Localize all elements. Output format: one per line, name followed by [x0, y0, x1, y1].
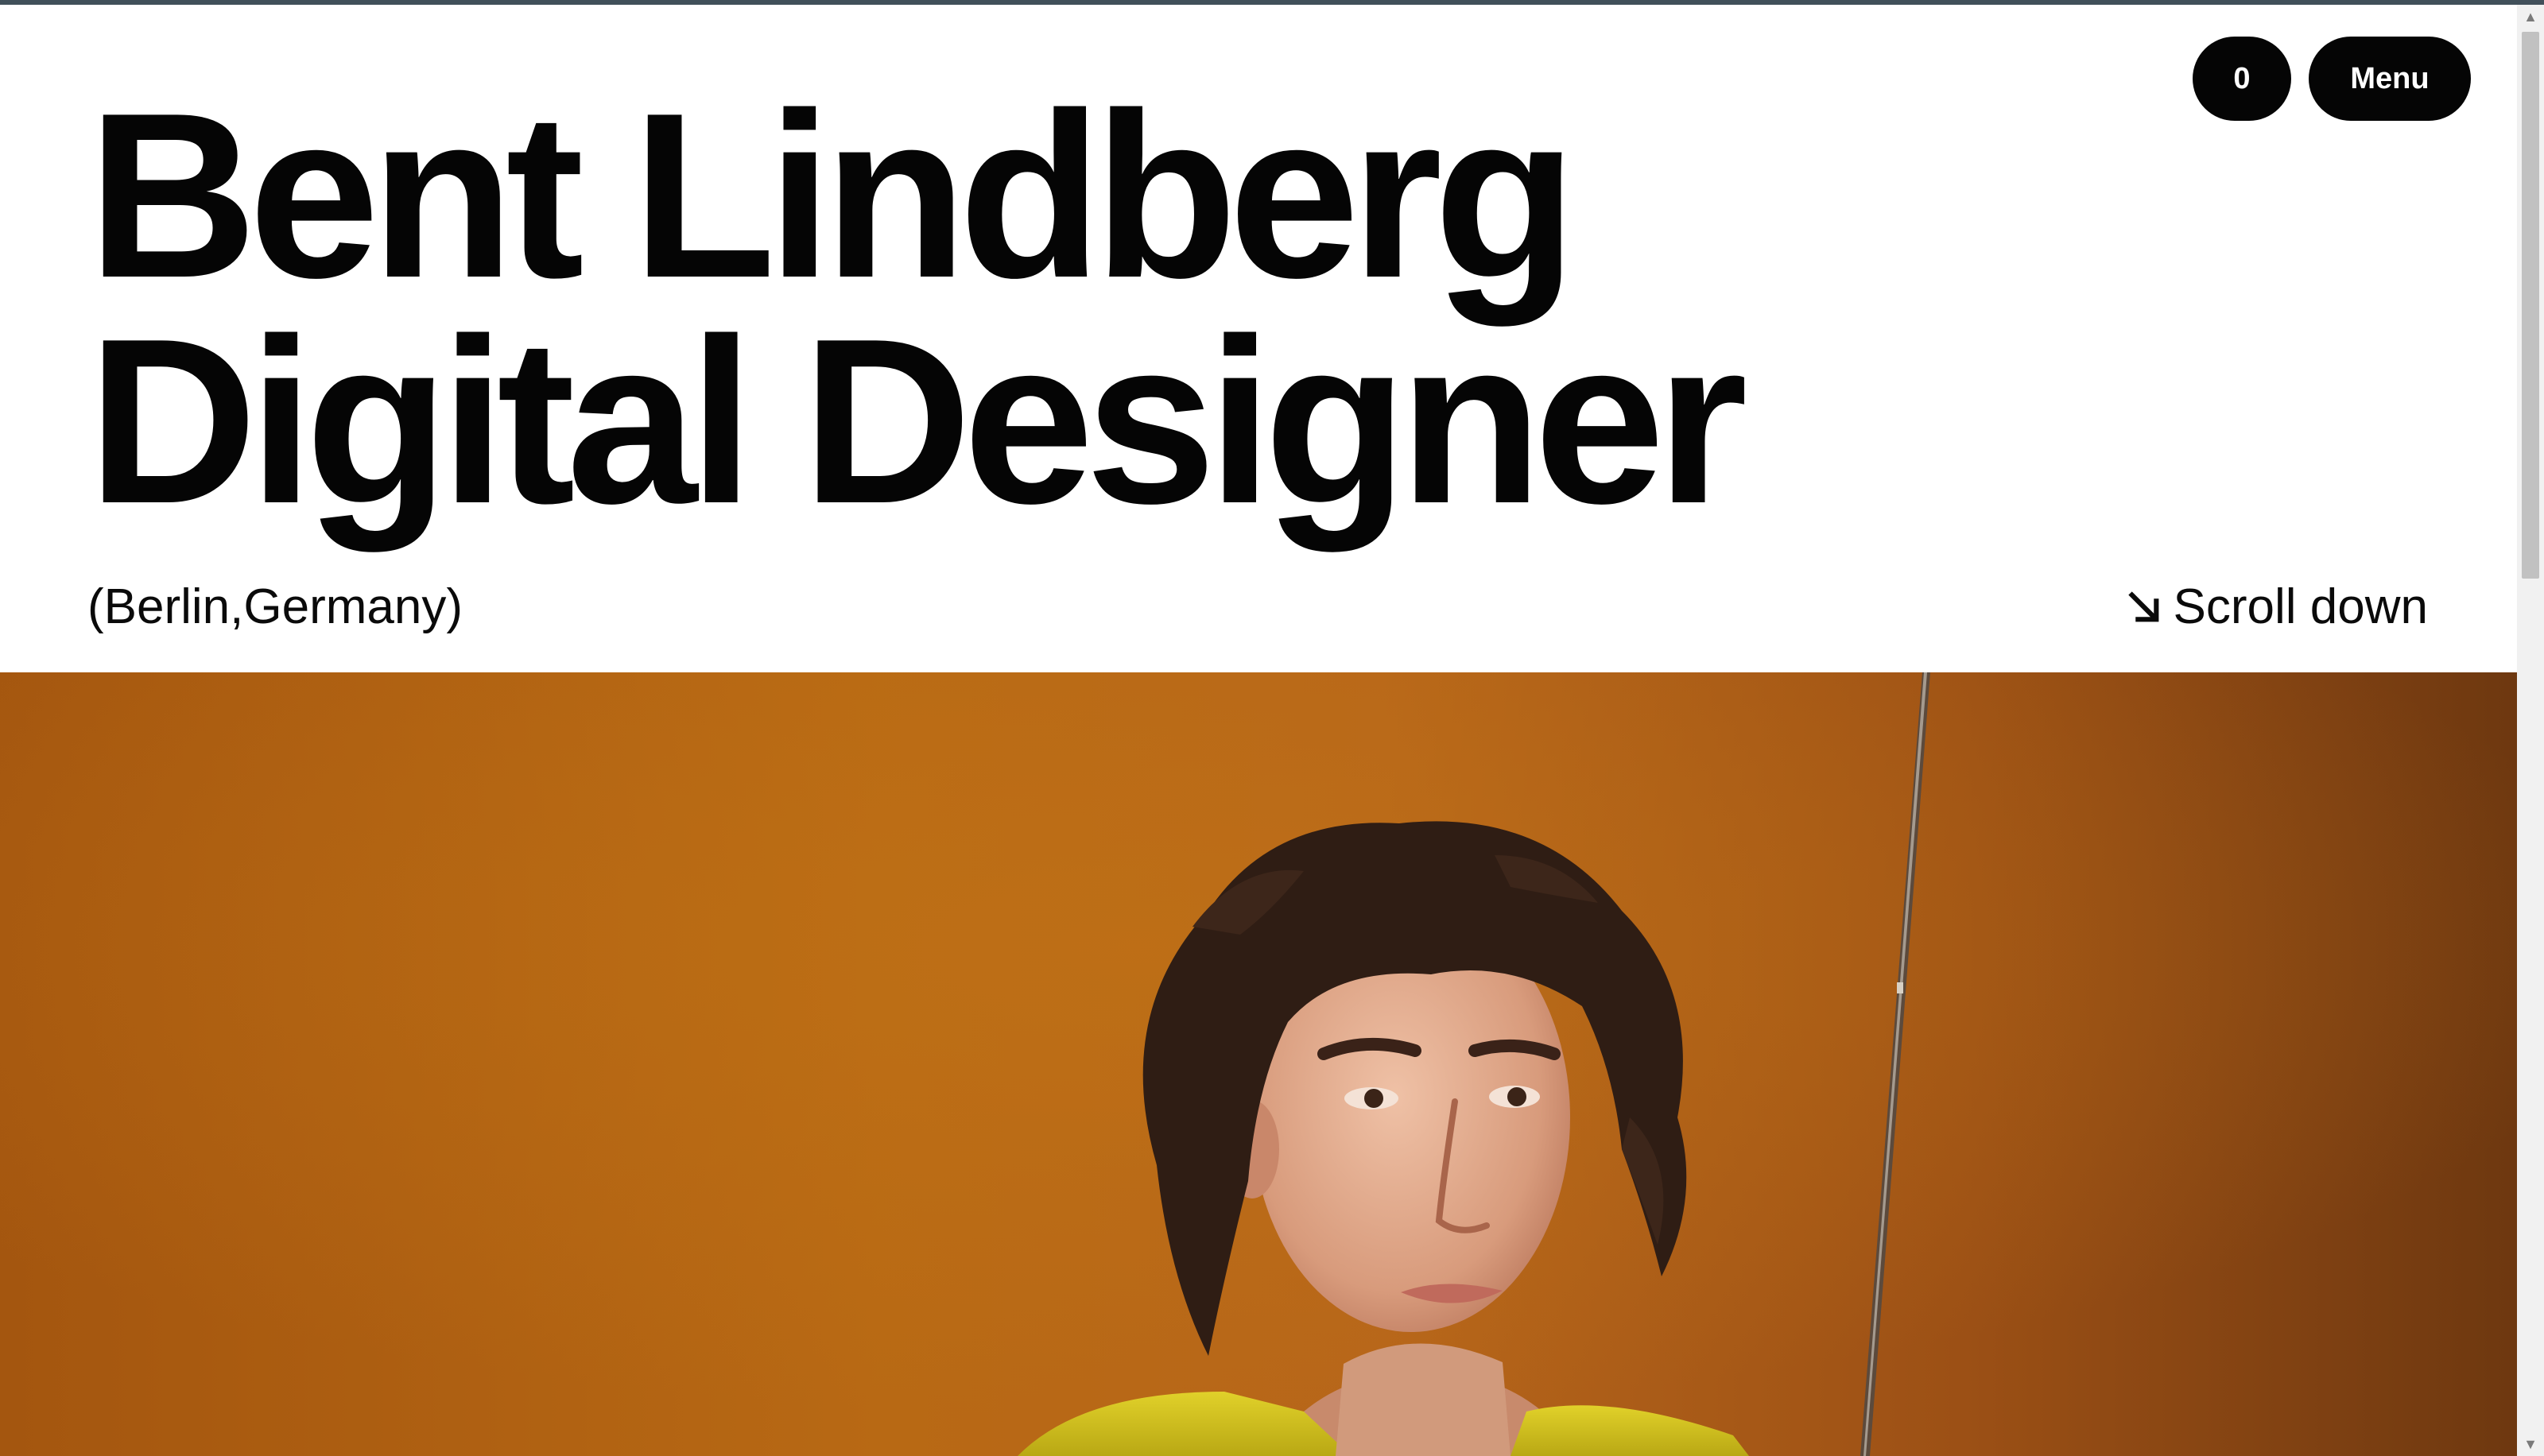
arrow-down-right-icon — [2126, 589, 2162, 625]
hero-title-role: Digital Designer — [87, 289, 1747, 552]
hero-portrait-image — [0, 672, 2517, 1456]
scroll-down-link[interactable]: Scroll down — [2126, 575, 2428, 639]
nav-buttons: 0 Menu — [2193, 37, 2471, 121]
location-text: (Berlin,Germany) — [87, 579, 463, 634]
scrollbar-thumb[interactable] — [2522, 32, 2539, 579]
menu-button[interactable]: Menu — [2309, 37, 2471, 121]
vertical-scrollbar[interactable]: ▲ ▼ — [2517, 5, 2544, 1456]
page: Bent Lindberg Digital Designer 0 Menu (B… — [0, 5, 2517, 1456]
hero-title-name: Bent Lindberg — [87, 64, 1577, 327]
cart-counter-button[interactable]: 0 — [2193, 37, 2291, 121]
scroll-down-label: Scroll down — [2173, 579, 2428, 634]
hero-title: Bent Lindberg Digital Designer — [87, 64, 1747, 552]
scroll-down-arrow-icon[interactable]: ▼ — [2517, 1432, 2544, 1456]
scroll-up-arrow-icon[interactable]: ▲ — [2517, 5, 2544, 29]
browser-viewport: Bent Lindberg Digital Designer 0 Menu (B… — [0, 0, 2544, 1456]
